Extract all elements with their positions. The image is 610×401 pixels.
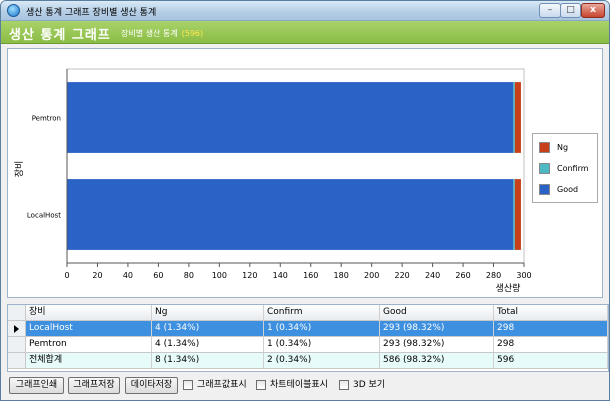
chart-panel: Pemtron LocalHost 0 20 40 60 80 100 120 140 160 180… <box>7 48 603 298</box>
row-selector[interactable] <box>8 321 26 336</box>
bar-confirm-localhost <box>513 179 515 250</box>
data-grid[interactable]: 장비 Ng Confirm Good Total LocalHost 4 (1.… <box>7 304 609 372</box>
print-graph-button[interactable]: 그래프인쇄 <box>9 377 64 394</box>
minimize-button[interactable]: – <box>539 3 561 18</box>
x-tick-label: 120 <box>242 271 257 280</box>
cell-total[interactable]: 596 <box>494 353 608 368</box>
row-selector[interactable] <box>8 337 26 352</box>
cell-good[interactable]: 293 (98.32%) <box>380 321 494 336</box>
row-header-corner <box>8 305 26 320</box>
bar-chart: Pemtron LocalHost 0 20 40 60 80 100 120 140 160 180… <box>14 68 532 294</box>
table-row-total[interactable]: 전체합계 8 (1.34%) 2 (0.34%) 586 (98.32%) 59… <box>8 353 608 369</box>
chart-legend: Ng Confirm Good <box>532 133 598 203</box>
cell-ng[interactable]: 8 (1.34%) <box>152 353 264 368</box>
x-tick-label: 200 <box>364 271 379 280</box>
cell-device[interactable]: LocalHost <box>26 321 152 336</box>
checkbox-box[interactable] <box>256 380 266 390</box>
page-title: 생산 통계 그래프 <box>9 28 111 43</box>
view-3d-checkbox[interactable]: 3D 보기 <box>339 379 389 392</box>
cell-confirm[interactable]: 1 (0.34%) <box>264 321 380 336</box>
x-tick-label: 40 <box>123 271 133 280</box>
table-row[interactable]: LocalHost 4 (1.34%) 1 (0.34%) 293 (98.32… <box>8 321 608 337</box>
x-tick-label: 280 <box>486 271 501 280</box>
y-axis-label: 장비 <box>14 161 25 178</box>
subtitle-text: 장비별 생산 통계 <box>121 29 178 38</box>
window-title: 생산 통계 그래프 장비별 생산 통계 <box>26 8 157 18</box>
legend-swatch-good <box>539 184 550 195</box>
x-tick-label: 300 <box>516 271 531 280</box>
maximize-button[interactable]: □ <box>560 3 581 18</box>
x-tick-label: 20 <box>92 271 102 280</box>
checkbox-box[interactable] <box>339 380 349 390</box>
show-table-checkbox[interactable]: 차트테이블표시 <box>256 379 336 392</box>
legend-swatch-confirm <box>539 163 550 174</box>
checkbox-label[interactable]: 3D 보기 <box>353 379 385 391</box>
x-tick-label: 0 <box>64 271 69 280</box>
close-button[interactable]: x <box>581 3 605 18</box>
x-tick-label: 260 <box>455 271 470 280</box>
legend-label-ng: Ng <box>557 143 569 152</box>
checkbox-label[interactable]: 차트테이블표시 <box>270 379 328 391</box>
x-tick-label: 180 <box>334 271 349 280</box>
current-row-arrow-icon <box>14 325 19 333</box>
save-data-button[interactable]: 데이타저장 <box>125 377 178 394</box>
bar-ng-pemtron <box>514 82 521 153</box>
column-header-total[interactable]: Total <box>494 305 608 320</box>
column-header-confirm[interactable]: Confirm <box>264 305 380 320</box>
bar-good-localhost <box>67 179 514 250</box>
x-axis-label: 생산량 <box>496 282 521 294</box>
bar-ng-localhost <box>514 179 521 250</box>
app-icon <box>7 4 20 17</box>
grid-header-row: 장비 Ng Confirm Good Total <box>8 305 608 321</box>
table-row[interactable]: Pemtron 4 (1.34%) 1 (0.34%) 293 (98.32%)… <box>8 337 608 353</box>
bar-good-pemtron <box>67 82 514 153</box>
title-bar[interactable]: 생산 통계 그래프 장비별 생산 통계 – □ x <box>1 1 609 21</box>
total-count: (596) <box>181 29 204 38</box>
row-selector[interactable] <box>8 353 26 368</box>
checkbox-label[interactable]: 그래프값표시 <box>197 379 247 391</box>
cell-confirm[interactable]: 1 (0.34%) <box>264 337 380 352</box>
cell-total[interactable]: 298 <box>494 321 608 336</box>
column-header-good[interactable]: Good <box>380 305 494 320</box>
cell-device[interactable]: 전체합계 <box>26 353 152 368</box>
x-tick-label: 220 <box>394 271 409 280</box>
x-tick-label: 140 <box>273 271 288 280</box>
main-window: 생산 통계 그래프 장비별 생산 통계 – □ x 생산 통계 그래프 장비별 … <box>0 0 610 401</box>
legend-label-good: Good <box>557 185 579 194</box>
legend-label-confirm: Confirm <box>557 164 589 173</box>
legend-swatch-ng <box>539 142 550 153</box>
bottom-toolbar: 그래프인쇄 그래프저장 데이타저장 그래프값표시 차트테이블표시 3D 보기 <box>1 375 609 400</box>
save-graph-button[interactable]: 그래프저장 <box>68 377 120 394</box>
y-tick-label: Pemtron <box>32 115 61 123</box>
x-tick-label: 60 <box>153 271 163 280</box>
show-values-checkbox[interactable]: 그래프값표시 <box>183 379 251 392</box>
x-tick-label: 80 <box>184 271 194 280</box>
cell-confirm[interactable]: 2 (0.34%) <box>264 353 380 368</box>
x-tick-label: 240 <box>425 271 440 280</box>
page-subtitle: 장비별 생산 통계 (596) <box>121 28 203 39</box>
column-header-device[interactable]: 장비 <box>26 305 152 320</box>
page-header: 생산 통계 그래프 장비별 생산 통계 (596) <box>1 21 609 44</box>
x-tick-label: 160 <box>303 271 318 280</box>
y-tick-label: LocalHost <box>27 212 61 220</box>
cell-device[interactable]: Pemtron <box>26 337 152 352</box>
x-tick-label: 100 <box>212 271 227 280</box>
cell-good[interactable]: 293 (98.32%) <box>380 337 494 352</box>
cell-total[interactable]: 298 <box>494 337 608 352</box>
cell-ng[interactable]: 4 (1.34%) <box>152 337 264 352</box>
column-header-ng[interactable]: Ng <box>152 305 264 320</box>
checkbox-box[interactable] <box>183 380 193 390</box>
cell-ng[interactable]: 4 (1.34%) <box>152 321 264 336</box>
bar-confirm-pemtron <box>513 82 515 153</box>
cell-good[interactable]: 586 (98.32%) <box>380 353 494 368</box>
